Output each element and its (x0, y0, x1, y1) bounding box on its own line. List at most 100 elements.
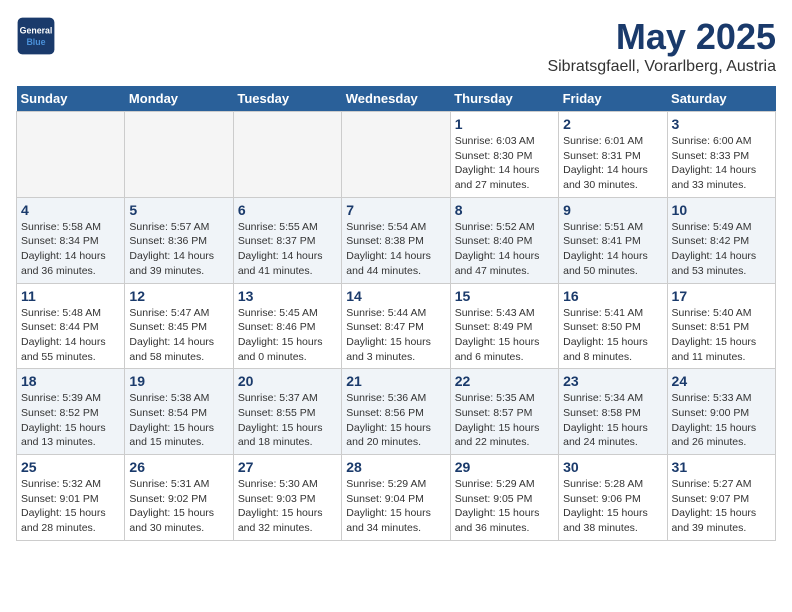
day-number: 27 (238, 459, 337, 475)
day-number: 1 (455, 116, 554, 132)
day-number: 28 (346, 459, 445, 475)
day-number: 4 (21, 202, 120, 218)
month-title: May 2025 (547, 16, 776, 58)
day-number: 11 (21, 288, 120, 304)
title-block: May 2025 Sibratsgfaell, Vorarlberg, Aust… (547, 16, 776, 76)
day-number: 9 (563, 202, 662, 218)
day-info: Sunrise: 5:30 AMSunset: 9:03 PMDaylight:… (238, 477, 337, 536)
day-number: 17 (672, 288, 771, 304)
calendar-cell: 21 Sunrise: 5:36 AMSunset: 8:56 PMDayligh… (342, 369, 450, 455)
day-number: 3 (672, 116, 771, 132)
calendar-cell: 7 Sunrise: 5:54 AMSunset: 8:38 PMDaylight… (342, 197, 450, 283)
day-number: 6 (238, 202, 337, 218)
day-number: 25 (21, 459, 120, 475)
calendar-week-1: 1 Sunrise: 6:03 AMSunset: 8:30 PMDaylight… (17, 112, 776, 198)
calendar-cell: 3Sunrise: 6:00 AMSunset: 8:33 PMDaylight… (667, 112, 775, 198)
day-info: Sunrise: 5:41 AMSunset: 8:50 PMDaylight:… (563, 306, 662, 365)
calendar-cell: 16 Sunrise: 5:41 AMSunset: 8:50 PMDayligh… (559, 283, 667, 369)
weekday-header-saturday: Saturday (667, 86, 775, 112)
svg-text:General: General (20, 26, 53, 36)
day-info: Sunrise: 5:54 AMSunset: 8:38 PMDaylight:… (346, 220, 445, 279)
calendar-cell (342, 112, 450, 198)
day-info: Sunrise: 5:58 AMSunset: 8:34 PMDaylight:… (21, 220, 120, 279)
calendar-cell: 15Sunrise: 5:43 AMSunset: 8:49 PMDayligh… (450, 283, 558, 369)
calendar-cell: 10Sunrise: 5:49 AMSunset: 8:42 PMDayligh… (667, 197, 775, 283)
calendar-cell: 25 Sunrise: 5:32 AMSunset: 9:01 PMDayligh… (17, 455, 125, 541)
day-info: Sunrise: 5:29 AMSunset: 9:05 PMDaylight:… (455, 477, 554, 536)
calendar-cell: 14 Sunrise: 5:44 AMSunset: 8:47 PMDayligh… (342, 283, 450, 369)
calendar-cell: 11 Sunrise: 5:48 AMSunset: 8:44 PMDayligh… (17, 283, 125, 369)
calendar-cell: 23 Sunrise: 5:34 AMSunset: 8:58 PMDayligh… (559, 369, 667, 455)
calendar-cell: 28 Sunrise: 5:29 AMSunset: 9:04 PMDayligh… (342, 455, 450, 541)
day-info: Sunrise: 5:51 AMSunset: 8:41 PMDaylight:… (563, 220, 662, 279)
day-number: 24 (672, 373, 771, 389)
day-info: Sunrise: 5:39 AMSunset: 8:52 PMDaylight:… (21, 391, 120, 450)
day-number: 29 (455, 459, 554, 475)
calendar-cell: 24Sunrise: 5:33 AMSunset: 9:00 PMDayligh… (667, 369, 775, 455)
day-info: Sunrise: 5:47 AMSunset: 8:45 PMDaylight:… (129, 306, 228, 365)
day-number: 16 (563, 288, 662, 304)
calendar-cell: 2 Sunrise: 6:01 AMSunset: 8:31 PMDaylight… (559, 112, 667, 198)
calendar-cell: 13 Sunrise: 5:45 AMSunset: 8:46 PMDayligh… (233, 283, 341, 369)
day-info: Sunrise: 5:31 AMSunset: 9:02 PMDaylight:… (129, 477, 228, 536)
calendar-week-2: 4 Sunrise: 5:58 AMSunset: 8:34 PMDaylight… (17, 197, 776, 283)
location-subtitle: Sibratsgfaell, Vorarlberg, Austria (547, 58, 776, 76)
day-info: Sunrise: 5:44 AMSunset: 8:47 PMDaylight:… (346, 306, 445, 365)
day-number: 23 (563, 373, 662, 389)
logo: General Blue (16, 16, 60, 56)
day-number: 19 (129, 373, 228, 389)
calendar-week-5: 25 Sunrise: 5:32 AMSunset: 9:01 PMDayligh… (17, 455, 776, 541)
day-number: 7 (346, 202, 445, 218)
calendar-cell: 1 Sunrise: 6:03 AMSunset: 8:30 PMDaylight… (450, 112, 558, 198)
calendar-cell (17, 112, 125, 198)
day-info: Sunrise: 5:45 AMSunset: 8:46 PMDaylight:… (238, 306, 337, 365)
day-info: Sunrise: 5:48 AMSunset: 8:44 PMDaylight:… (21, 306, 120, 365)
day-number: 20 (238, 373, 337, 389)
day-info: Sunrise: 5:37 AMSunset: 8:55 PMDaylight:… (238, 391, 337, 450)
day-number: 8 (455, 202, 554, 218)
day-number: 14 (346, 288, 445, 304)
logo-icon: General Blue (16, 16, 56, 56)
weekday-header-thursday: Thursday (450, 86, 558, 112)
svg-text:Blue: Blue (26, 37, 45, 47)
day-number: 22 (455, 373, 554, 389)
calendar-cell: 29 Sunrise: 5:29 AMSunset: 9:05 PMDayligh… (450, 455, 558, 541)
calendar-cell (233, 112, 341, 198)
day-number: 5 (129, 202, 228, 218)
calendar-cell: 4 Sunrise: 5:58 AMSunset: 8:34 PMDaylight… (17, 197, 125, 283)
day-info: Sunrise: 5:35 AMSunset: 8:57 PMDaylight:… (455, 391, 554, 450)
calendar-cell: 19 Sunrise: 5:38 AMSunset: 8:54 PMDayligh… (125, 369, 233, 455)
day-number: 15 (455, 288, 554, 304)
calendar-cell: 18 Sunrise: 5:39 AMSunset: 8:52 PMDayligh… (17, 369, 125, 455)
day-info: Sunrise: 5:38 AMSunset: 8:54 PMDaylight:… (129, 391, 228, 450)
calendar-cell: 27 Sunrise: 5:30 AMSunset: 9:03 PMDayligh… (233, 455, 341, 541)
weekday-header-row: SundayMondayTuesdayWednesdayThursdayFrid… (17, 86, 776, 112)
day-info: Sunrise: 5:40 AMSunset: 8:51 PMDaylight:… (672, 306, 771, 365)
day-info: Sunrise: 5:29 AMSunset: 9:04 PMDaylight:… (346, 477, 445, 536)
day-info: Sunrise: 5:28 AMSunset: 9:06 PMDaylight:… (563, 477, 662, 536)
calendar-cell: 8 Sunrise: 5:52 AMSunset: 8:40 PMDaylight… (450, 197, 558, 283)
day-info: Sunrise: 5:52 AMSunset: 8:40 PMDaylight:… (455, 220, 554, 279)
page-header: General Blue May 2025 Sibratsgfaell, Vor… (16, 16, 776, 76)
day-number: 30 (563, 459, 662, 475)
day-info: Sunrise: 5:27 AMSunset: 9:07 PMDaylight:… (672, 477, 771, 536)
calendar-week-4: 18 Sunrise: 5:39 AMSunset: 8:52 PMDayligh… (17, 369, 776, 455)
weekday-header-monday: Monday (125, 86, 233, 112)
day-info: Sunrise: 5:32 AMSunset: 9:01 PMDaylight:… (21, 477, 120, 536)
day-info: Sunrise: 5:57 AMSunset: 8:36 PMDaylight:… (129, 220, 228, 279)
day-number: 2 (563, 116, 662, 132)
day-info: Sunrise: 6:01 AMSunset: 8:31 PMDaylight:… (563, 134, 662, 193)
day-info: Sunrise: 5:34 AMSunset: 8:58 PMDaylight:… (563, 391, 662, 450)
weekday-header-tuesday: Tuesday (233, 86, 341, 112)
day-number: 18 (21, 373, 120, 389)
calendar-cell: 30 Sunrise: 5:28 AMSunset: 9:06 PMDayligh… (559, 455, 667, 541)
day-info: Sunrise: 6:03 AMSunset: 8:30 PMDaylight:… (455, 134, 554, 193)
day-number: 10 (672, 202, 771, 218)
weekday-header-friday: Friday (559, 86, 667, 112)
calendar-cell: 5 Sunrise: 5:57 AMSunset: 8:36 PMDaylight… (125, 197, 233, 283)
day-number: 21 (346, 373, 445, 389)
calendar-cell: 20 Sunrise: 5:37 AMSunset: 8:55 PMDayligh… (233, 369, 341, 455)
day-number: 13 (238, 288, 337, 304)
day-info: Sunrise: 5:36 AMSunset: 8:56 PMDaylight:… (346, 391, 445, 450)
weekday-header-wednesday: Wednesday (342, 86, 450, 112)
